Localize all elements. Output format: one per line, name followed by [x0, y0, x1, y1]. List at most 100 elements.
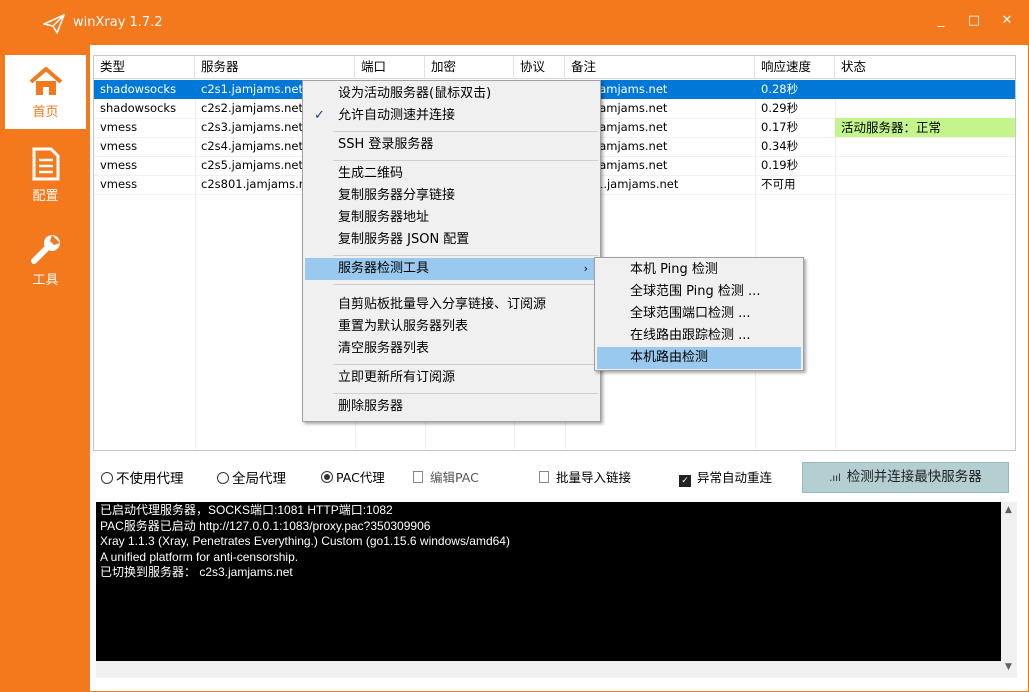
menu-separator [333, 131, 598, 132]
menu-item-label: 全球范围端口检测 ... [630, 306, 751, 321]
cell-remark: 1.jamjams.net [596, 177, 679, 191]
cell-remark: jamjams.net [596, 101, 668, 115]
menu-item-auto-speedtest[interactable]: ✓ 允许自动测速并连接 [305, 105, 598, 127]
scroll-up-icon[interactable]: ▲ [1005, 505, 1012, 515]
menu-item-update-subscriptions[interactable]: 立即更新所有订阅源 [305, 367, 598, 389]
log-line: PAC服务器已启动 http://127.0.0.1:1083/proxy.pa… [100, 518, 431, 533]
submenu-item-global-port-check[interactable]: 全球范围端口检测 ... [597, 303, 801, 325]
menu-item-ssh-login[interactable]: SSH 登录服务器 [305, 134, 598, 156]
scroll-down-icon[interactable]: ▼ [1005, 662, 1012, 672]
auto-reconnect-checkbox[interactable]: ✓ 异常自动重连 [679, 467, 772, 487]
cell-type: shadowsocks [100, 82, 177, 96]
menu-item-qrcode[interactable]: 生成二维码 [305, 163, 598, 185]
options-bar: 不使用代理 全局代理 PAC代理 编辑PAC 批量导入链接 ✓ 异常自动重连 .ı… [93, 459, 1016, 493]
submenu-item-local-ping[interactable]: 本机 Ping 检测 [597, 259, 801, 281]
vertical-scrollbar[interactable]: ▲ ▼ [1001, 502, 1017, 678]
cell-status [835, 99, 1015, 118]
checkmark-icon: ✓ [314, 108, 325, 123]
edit-pac-button[interactable]: 编辑PAC [413, 467, 479, 486]
close-button[interactable]: ✕ [993, 10, 1021, 32]
menu-item-server-tools[interactable]: 服务器检测工具 › [305, 258, 598, 280]
menu-item-label: 清空服务器列表 [338, 341, 430, 356]
menu-item-label: 生成二维码 [338, 166, 404, 181]
maximize-button[interactable]: □ [960, 10, 988, 32]
wrench-icon [30, 235, 60, 264]
radio-icon [217, 472, 229, 484]
menu-separator [333, 255, 598, 256]
menu-item-label: 允许自动测速并连接 [338, 108, 456, 123]
batch-import-button[interactable]: 批量导入链接 [539, 467, 631, 486]
menu-separator [333, 160, 598, 161]
cell-speed: 0.17秒 [761, 120, 799, 134]
menu-item-import-clipboard[interactable]: 自剪贴板批量导入分享链接、订阅源 [305, 294, 598, 316]
cell-status [835, 175, 1015, 194]
cell-remark: jamjams.net [596, 120, 668, 134]
sidebar-item-home[interactable]: 首页 [5, 55, 86, 129]
column-header-status[interactable]: 状态 [835, 56, 1015, 79]
menu-item-label: 复制服务器 JSON 配置 [338, 232, 470, 247]
cell-type: vmess [100, 120, 138, 134]
pac-proxy-label: PAC代理 [336, 470, 385, 485]
submenu-item-global-ping[interactable]: 全球范围 Ping 检测 ... [597, 281, 801, 303]
column-header-protocol[interactable]: 协议 [514, 56, 565, 79]
menu-item-label: 在线路由跟踪检测 ... [630, 328, 751, 343]
log-line: 已切换到服务器： c2s3.jamjams.net [100, 565, 293, 579]
menu-item-copy-json[interactable]: 复制服务器 JSON 配置 [305, 229, 598, 251]
chevron-right-icon: › [583, 262, 588, 275]
cell-type: vmess [100, 158, 138, 172]
submenu-item-online-traceroute[interactable]: 在线路由跟踪检测 ... [597, 325, 801, 347]
menu-item-delete-server[interactable]: 删除服务器 [305, 396, 598, 418]
home-icon [29, 67, 62, 95]
log-line: 已启动代理服务器，SOCKS端口:1081 HTTP端口:1082 [100, 503, 393, 517]
app-window: winXray 1.7.2 _ □ ✕ 首页 配置 工具 类型 服务器 端口 加… [0, 0, 1029, 692]
document-icon [32, 147, 59, 181]
column-header-encryption[interactable]: 加密 [425, 56, 514, 79]
sidebar-item-label: 首页 [32, 105, 59, 120]
horizontal-scrollbar[interactable] [96, 661, 1001, 678]
connect-fastest-server-label: 检测并连接最快服务器 [846, 469, 982, 485]
sidebar-item-label: 配置 [32, 189, 59, 204]
menu-item-reset-list[interactable]: 重置为默认服务器列表 [305, 316, 598, 338]
log-console[interactable]: 已启动代理服务器，SOCKS端口:1081 HTTP端口:1082 PAC服务器… [96, 502, 1001, 661]
menu-item-copy-share-link[interactable]: 复制服务器分享链接 [305, 185, 598, 207]
sidebar-item-config[interactable]: 配置 [5, 147, 86, 217]
minimize-button[interactable]: _ [927, 10, 955, 32]
batch-import-label: 批量导入链接 [556, 470, 632, 485]
cell-remark: jamjams.net [596, 82, 668, 96]
menu-separator [333, 284, 598, 285]
column-header-type[interactable]: 类型 [94, 56, 195, 79]
menu-item-label: SSH 登录服务器 [338, 137, 434, 152]
submenu-item-local-route-check[interactable]: 本机路由检测 [597, 347, 801, 369]
checkbox-checked-icon: ✓ [679, 475, 691, 487]
column-header-speed[interactable]: 响应速度 [755, 56, 835, 79]
log-line: Xray 1.1.3 (Xray, Penetrates Everything.… [100, 534, 510, 548]
menu-item-set-active-server[interactable]: 设为活动服务器(鼠标双击) [305, 83, 598, 105]
connect-fastest-server-button[interactable]: .ııl 检测并连接最快服务器 [802, 462, 1009, 493]
cell-speed: 0.28秒 [761, 82, 799, 96]
column-header-port[interactable]: 端口 [355, 56, 425, 79]
log-line: A unified platform for anti-censorship. [100, 549, 299, 564]
cell-remark: jamjams.net [596, 158, 668, 172]
menu-item-copy-address[interactable]: 复制服务器地址 [305, 207, 598, 229]
import-icon [539, 471, 549, 483]
column-header-remark[interactable]: 备注 [565, 56, 755, 79]
menu-item-label: 自剪贴板批量导入分享链接、订阅源 [338, 297, 547, 312]
menu-item-label: 服务器检测工具 [338, 261, 430, 276]
cell-remark: jamjams.net [596, 139, 668, 153]
no-proxy-label: 不使用代理 [116, 471, 184, 487]
cell-speed: 0.34秒 [761, 139, 799, 153]
auto-reconnect-label: 异常自动重连 [697, 470, 773, 485]
menu-item-label: 立即更新所有订阅源 [338, 370, 456, 385]
cell-type: vmess [100, 139, 138, 153]
title-bar[interactable]: winXray 1.7.2 _ □ ✕ [1, 1, 1028, 45]
pac-proxy-radio[interactable]: PAC代理 [321, 467, 385, 486]
menu-item-clear-list[interactable]: 清空服务器列表 [305, 338, 598, 360]
no-proxy-radio[interactable]: 不使用代理 [101, 467, 184, 487]
sidebar-item-tools[interactable]: 工具 [5, 233, 86, 303]
radio-selected-icon [321, 471, 333, 483]
edit-pac-label: 编辑PAC [430, 470, 479, 485]
global-proxy-radio[interactable]: 全局代理 [217, 467, 286, 487]
column-header-server[interactable]: 服务器 [195, 56, 355, 79]
menu-item-label: 复制服务器分享链接 [338, 188, 456, 203]
menu-item-label: 本机 Ping 检测 [630, 262, 718, 277]
